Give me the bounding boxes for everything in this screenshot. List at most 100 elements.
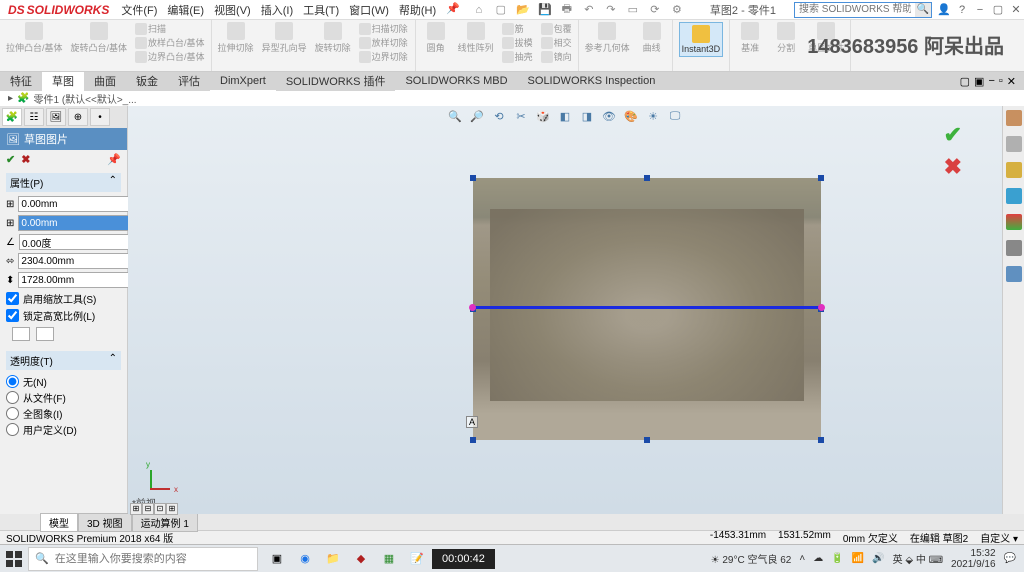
tab-close-icon[interactable]: ✕ [1007,75,1016,88]
ribbon-hole[interactable]: 异型孔向导 [262,22,307,63]
start-button[interactable] [0,545,28,573]
tab-min-icon[interactable]: ▢ [960,75,970,88]
explorer-icon[interactable]: 📁 [320,546,346,572]
tray-notifications-icon[interactable]: 💬 [1004,553,1016,564]
minimize-button[interactable]: − [972,2,988,18]
taskbar-search-input[interactable] [55,553,251,565]
section-icon[interactable]: ✂ [513,108,529,124]
ribbon-fillet[interactable]: 圆角 [422,22,450,63]
tab-features[interactable]: 特征 [0,71,42,91]
ribbon-sweep[interactable]: 扫描 [135,22,205,35]
split-3[interactable]: ⊡ [154,503,166,515]
ribbon-revolve[interactable]: 旋转凸台/基体 [71,22,128,63]
ribbon-cut-revolve[interactable]: 旋转切除 [315,22,351,63]
word-icon[interactable]: 📝 [404,546,430,572]
select-icon[interactable]: ▭ [626,3,640,17]
handle-tl[interactable] [470,175,476,181]
breadcrumb-text[interactable]: 零件1 (默认<<默认>_... [33,91,136,106]
task-design-lib-icon[interactable] [1006,162,1022,178]
tray-wifi-icon[interactable]: 📶 [852,553,864,564]
ribbon-wrap[interactable]: 包覆 [541,22,572,35]
task-file-explorer-icon[interactable] [1006,188,1022,204]
help-icon[interactable]: ? [954,2,970,18]
handle-br[interactable] [818,437,824,443]
tab-restore-icon[interactable]: ▣ [974,75,984,88]
save-icon[interactable]: 💾 [538,3,552,17]
radio-none[interactable]: 无(N) [6,374,121,389]
menu-pin-icon[interactable]: 📌 [442,0,464,20]
menu-help[interactable]: 帮助(H) [395,0,440,20]
zoom-area-icon[interactable]: 🔎 [469,108,485,124]
radio-full[interactable]: 全图象(I) [6,406,121,421]
tab-dimxpert[interactable]: DimXpert [210,73,276,89]
print-icon[interactable]: 🖶 [560,3,574,17]
ribbon-cut-loft[interactable]: 放样切除 [359,36,409,49]
handle-bm[interactable] [644,437,650,443]
transparency-header[interactable]: 透明度(T)⌃ [6,351,121,370]
doc-tab-motion[interactable]: 运动算例 1 [132,513,198,532]
split-2[interactable]: ⊟ [142,503,154,515]
help-search-input[interactable] [795,3,915,17]
display-style-icon[interactable]: ◧ [557,108,573,124]
task-home-icon[interactable] [1006,110,1022,126]
app-icon[interactable]: ▦ [376,546,402,572]
split-1[interactable]: ⊞ [130,503,142,515]
task-forum-icon[interactable] [1006,266,1022,282]
options-icon[interactable]: ⚙ [670,3,684,17]
flip-v-button[interactable] [36,327,54,341]
tab-inspection[interactable]: SOLIDWORKS Inspection [518,73,666,89]
panel-tab-more-icon[interactable]: • [90,108,110,126]
tab-sketch[interactable]: 草图 [42,71,84,91]
props-section-header[interactable]: 属性(P)⌃ [6,173,121,192]
redo-icon[interactable]: ↷ [604,3,618,17]
sketch-picture[interactable] [473,178,821,440]
flip-h-button[interactable] [12,327,30,341]
close-button[interactable]: ✕ [1008,2,1024,18]
ribbon-shell[interactable]: 抽壳 [502,50,533,63]
edge-icon[interactable]: ◉ [292,546,318,572]
tab-mbd[interactable]: SOLIDWORKS MBD [395,73,517,89]
panel-pin-icon[interactable]: 📌 [107,153,121,166]
confirm-cancel-icon[interactable]: ✖ [944,154,962,180]
open-icon[interactable]: 📂 [516,3,530,17]
scale-line[interactable] [473,306,821,309]
appearance-icon[interactable]: 🎨 [623,108,639,124]
zoom-fit-icon[interactable]: 🔍 [447,108,463,124]
tray-volume-icon[interactable]: 🔊 [872,553,884,564]
maximize-button[interactable]: ▢ [990,2,1006,18]
menu-window[interactable]: 窗口(W) [345,0,393,20]
tray-cloud-icon[interactable]: ☁ [813,553,823,564]
graphics-viewport[interactable]: 🔍 🔎 ⟲ ✂ 🎲 ◧ ◨ 👁 🎨 ☀ 🖵 ✔ ✖ [128,106,1002,514]
render-icon[interactable]: ☀ [645,108,661,124]
ribbon-draft[interactable]: 拔模 [502,36,533,49]
tab-evaluate[interactable]: 评估 [168,71,210,91]
ribbon-pattern[interactable]: 线性阵列 [458,22,494,63]
ribbon-loft[interactable]: 放样凸台/基体 [135,36,205,49]
tab-surface[interactable]: 曲面 [84,71,126,91]
panel-tab-feature-icon[interactable]: 🧩 [2,108,22,126]
doc-tab-model[interactable]: 模型 [40,513,78,532]
undo-icon[interactable]: ↶ [582,3,596,17]
ribbon-split[interactable]: 分割 [772,22,800,54]
ribbon-ref-geom[interactable]: 参考几何体 [585,22,630,54]
radio-user[interactable]: 用户定义(D) [6,422,121,437]
home-icon[interactable]: ⌂ [472,3,486,17]
lock-aspect-check[interactable]: 锁定高宽比例(L) [6,308,121,323]
task-resources-icon[interactable] [1006,136,1022,152]
tab-max-icon[interactable]: − [988,75,994,88]
ribbon-intersect[interactable]: 相交 [541,36,572,49]
breadcrumb-expand-icon[interactable]: ▸ [8,93,13,104]
solidworks-icon[interactable]: ◆ [348,546,374,572]
tray-ime[interactable]: 英 ⬙ 中 ⌨ [893,551,943,566]
confirm-ok-icon[interactable]: ✔ [944,122,962,148]
radio-file[interactable]: 从文件(F) [6,390,121,405]
status-custom[interactable]: 自定义 ▾ [980,530,1018,545]
scale-tool-check[interactable]: 启用缩放工具(S) [6,291,121,306]
ribbon-cut-extrude[interactable]: 拉伸切除 [218,22,254,63]
tab-addins[interactable]: SOLIDWORKS 插件 [276,71,396,91]
menu-view[interactable]: 视图(V) [210,0,255,20]
help-search-button[interactable]: 🔍 [915,3,931,17]
tab-sheetmetal[interactable]: 钣金 [126,71,168,91]
handle-tm[interactable] [644,175,650,181]
weather-widget[interactable]: ☀ 29°C 空气良 62 [711,551,792,566]
